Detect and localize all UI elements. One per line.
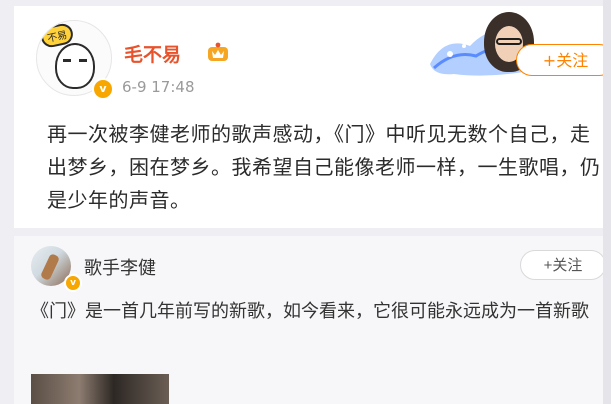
repost-image-thumbnail[interactable] — [31, 374, 169, 404]
weibo-post-card: 不易 v 毛不易 6-9 17:48 +关注 再一次被李健老师的歌声感动，《门》… — [14, 6, 611, 228]
post-timestamp: 6-9 17:48 — [122, 78, 195, 96]
post-body-text: 再一次被李健老师的歌声感动，《门》中听见无数个自己，走出梦乡，困在梦乡。我希望自… — [47, 122, 601, 212]
repost-body-text: 《门》是一首几年前写的新歌，如今看来，它很可能永远成为一首新歌 — [31, 301, 589, 322]
repost-author-name[interactable]: 歌手李健 — [84, 254, 156, 280]
verified-badge-icon: v — [64, 274, 82, 292]
verified-badge-icon: v — [92, 78, 114, 100]
reposted-original-card[interactable]: v 歌手李健 +关注 《门》是一首几年前写的新歌，如今看来，它很可能永远成为一首… — [14, 236, 611, 404]
follow-button[interactable]: +关注 — [516, 44, 611, 76]
vip-crown-icon[interactable] — [207, 42, 229, 62]
avatar-face-drawing — [55, 43, 95, 89]
username[interactable]: 毛不易 — [124, 40, 181, 67]
page-edge — [603, 0, 611, 404]
repost-follow-button[interactable]: +关注 — [520, 250, 606, 280]
